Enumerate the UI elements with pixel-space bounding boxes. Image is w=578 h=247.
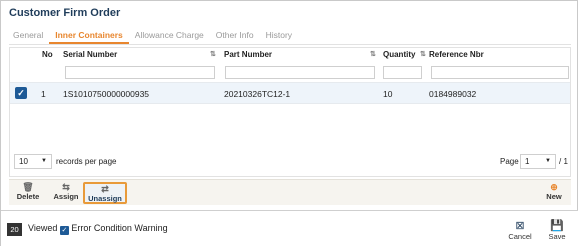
new-button[interactable]: ⊕ New — [541, 182, 567, 204]
cell-part-number: 20210326TC12-1 — [224, 89, 291, 99]
chevron-down-icon: ▼ — [545, 158, 551, 164]
row-checkbox[interactable]: ✓ — [15, 87, 27, 99]
new-label: New — [546, 192, 562, 201]
serial-number-filter-input[interactable] — [65, 66, 215, 79]
inner-containers-grid: No Serial Number ⇅ Part Number ⇅ Quantit… — [9, 47, 571, 177]
table-row[interactable]: ✓ 1 1S1010750000000935 20210326TC12-1 10… — [10, 82, 570, 104]
unassign-button[interactable]: ⇄ Unassign — [83, 182, 127, 204]
page-size-select[interactable]: 10 ▼ — [14, 154, 52, 169]
page-size-value: 10 — [19, 157, 28, 166]
column-header-part-number[interactable]: Part Number — [224, 50, 272, 59]
error-warning-checkbox[interactable]: ✓ — [59, 226, 69, 235]
page-total-label: / 1 — [559, 157, 568, 166]
records-per-page-label: records per page — [56, 157, 117, 166]
save-label: Save — [548, 232, 566, 241]
cancel-button[interactable]: ⊠ Cancel — [506, 220, 534, 241]
unassign-icon: ⇄ — [101, 184, 109, 194]
sort-icon[interactable]: ⇅ — [370, 50, 376, 58]
cell-reference-nbr: 0184989032 — [429, 89, 477, 99]
cancel-label: Cancel — [508, 232, 532, 241]
column-header-quantity[interactable]: Quantity — [383, 50, 415, 59]
quantity-filter-input[interactable] — [383, 66, 422, 79]
page-select[interactable]: 1 ▼ — [520, 154, 556, 169]
action-bar: 🗑 Delete ⇆ Assign ⇄ Unassign ⊕ New — [9, 179, 571, 205]
delete-button[interactable]: 🗑 Delete — [13, 182, 43, 204]
plus-circle-icon: ⊕ — [550, 182, 558, 192]
column-header-reference-nbr[interactable]: Reference Nbr — [429, 50, 484, 59]
page-title: Customer Firm Order — [9, 7, 121, 19]
column-header-serial-number[interactable]: Serial Number — [63, 50, 117, 59]
unassign-label: Unassign — [88, 194, 122, 203]
tab-bar: General Inner Containers Allowance Charg… — [9, 29, 571, 45]
assign-button[interactable]: ⇆ Assign — [51, 182, 81, 204]
part-number-filter-input[interactable] — [225, 66, 375, 79]
assign-label: Assign — [53, 192, 79, 201]
delete-label: Delete — [16, 192, 40, 201]
grid-header: No Serial Number ⇅ Part Number ⇅ Quantit… — [10, 48, 570, 63]
chevron-down-icon: ▼ — [41, 158, 47, 164]
cell-serial-number: 1S1010750000000935 — [63, 89, 150, 99]
viewed-status: Viewed ✓ Error Condition Warning — [28, 223, 168, 235]
viewed-label: Viewed — [28, 223, 58, 233]
sort-icon[interactable]: ⇅ — [210, 50, 216, 58]
tab-inner-containers[interactable]: Inner Containers — [49, 29, 129, 44]
tab-history[interactable]: History — [260, 29, 298, 44]
cell-quantity: 10 — [383, 89, 393, 99]
save-button[interactable]: 💾 Save — [544, 220, 570, 241]
save-icon: 💾 — [550, 220, 564, 232]
reference-nbr-filter-input[interactable] — [431, 66, 569, 79]
cancel-icon: ⊠ — [515, 220, 525, 232]
footer-bar: 20 Viewed ✓ Error Condition Warning ⊠ Ca… — [1, 210, 578, 247]
assign-icon: ⇆ — [62, 182, 70, 192]
column-header-no[interactable]: No — [42, 50, 53, 59]
record-count-badge: 20 — [7, 223, 22, 236]
customer-firm-order-dialog: Customer Firm Order General Inner Contai… — [0, 0, 578, 247]
trash-icon: 🗑 — [22, 182, 34, 192]
cell-no: 1 — [41, 89, 46, 99]
error-condition-warning-label: Error Condition Warning — [71, 223, 168, 233]
tab-allowance-charge[interactable]: Allowance Charge — [129, 29, 210, 44]
sort-icon[interactable]: ⇅ — [420, 50, 426, 58]
page-value: 1 — [525, 157, 530, 166]
tab-other-info[interactable]: Other Info — [210, 29, 260, 44]
pager: 10 ▼ records per page Page 1 ▼ / 1 — [10, 154, 570, 172]
tab-general[interactable]: General — [9, 29, 49, 44]
page-label: Page — [500, 157, 519, 166]
